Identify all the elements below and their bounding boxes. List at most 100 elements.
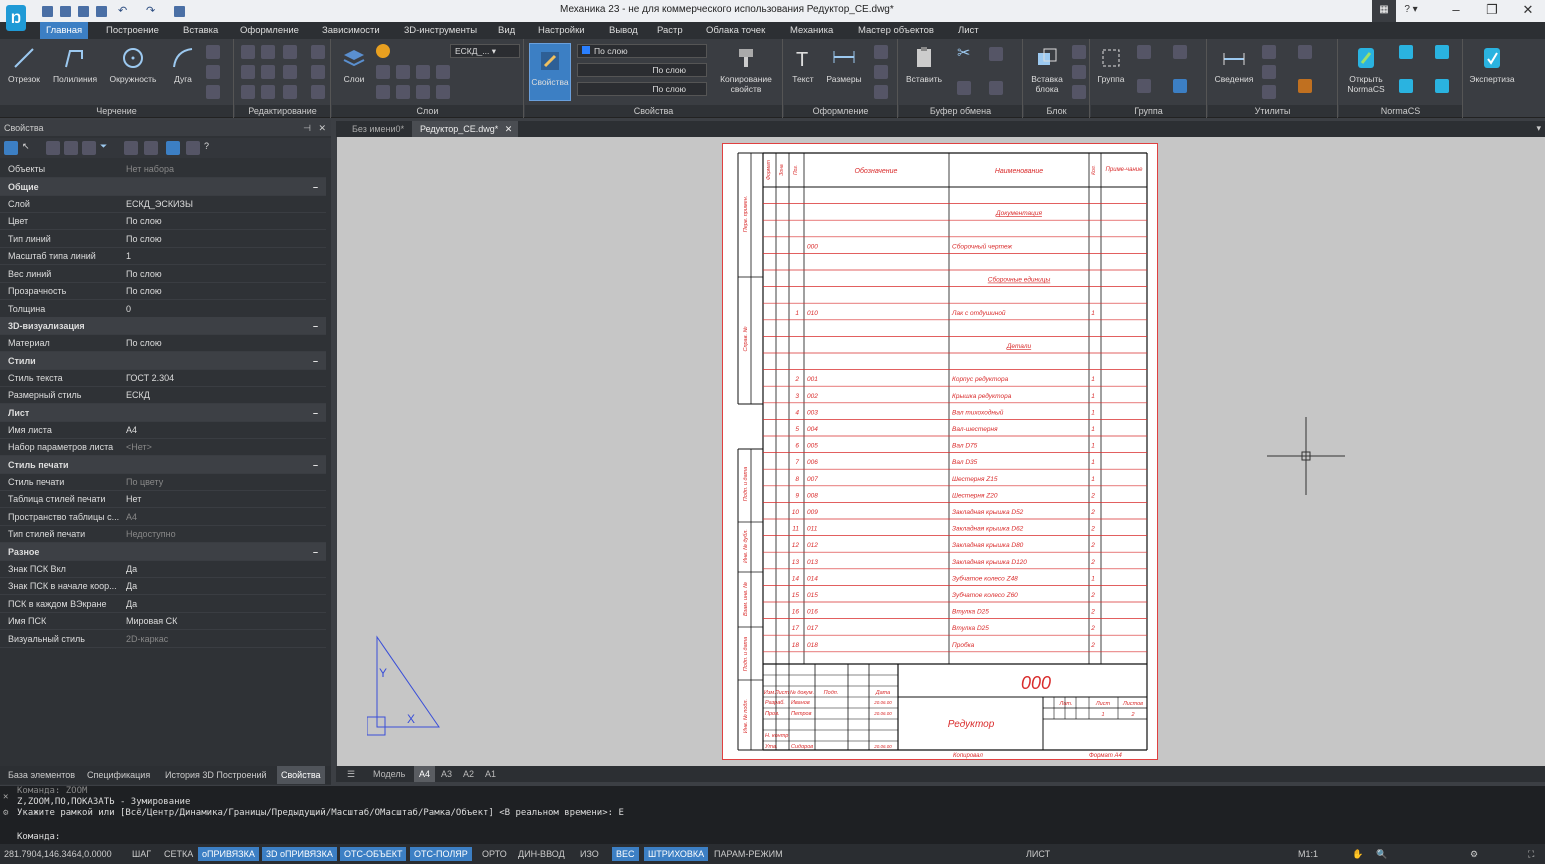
drawing-canvas[interactable]: Перв. примен. Справ. № Подп. и дата Инв. № … [337, 137, 1545, 766]
layouts-menu-icon[interactable]: ☰ [342, 766, 360, 782]
tab-output[interactable]: Вывод [603, 22, 644, 39]
tab-settings[interactable]: Настройки [532, 22, 591, 39]
properties-button[interactable]: Свойства [529, 43, 571, 101]
property-value[interactable]: По слою [126, 230, 162, 248]
workspace-icon[interactable]: ⚙ [1466, 847, 1482, 861]
normacs-doc-icon[interactable] [1435, 45, 1449, 59]
property-row[interactable]: Цвет По слою [0, 212, 326, 230]
property-row[interactable]: Размерный стиль ЕСКД [0, 386, 326, 404]
property-category[interactable]: Общие – [0, 177, 326, 196]
filter-panel-icon[interactable]: ⏷ [100, 141, 114, 155]
property-row[interactable]: Таблица стилей печати Нет [0, 490, 326, 508]
linetype-combo[interactable]: По слою [577, 63, 707, 77]
tab-3d-history[interactable]: История 3D Построений [161, 766, 271, 784]
status-toggle[interactable]: 3D оПРИВЯЗКА [262, 847, 337, 861]
property-category[interactable]: Стиль печати – [0, 455, 326, 474]
panel-help-icon[interactable]: ? [204, 141, 218, 155]
status-toggle[interactable]: ПАРАМ-РЕЖИМ [710, 847, 787, 861]
status-toggle[interactable]: ВЕС [612, 847, 639, 861]
layer-off-icon[interactable] [416, 85, 430, 99]
tab-home[interactable]: Главная [40, 22, 89, 39]
property-value[interactable]: 0 [126, 300, 131, 318]
hatch-icon[interactable] [206, 85, 220, 99]
minimize-icon[interactable]: – [1438, 0, 1474, 22]
tab-elements-base[interactable]: База элементов [4, 766, 79, 784]
command-settings-icon[interactable]: ⚙ [3, 808, 8, 818]
property-value[interactable]: Нет набора [126, 160, 174, 178]
new-file-icon[interactable] [42, 6, 53, 17]
info-button[interactable]: Сведения [1212, 45, 1256, 84]
property-value[interactable]: Да [126, 577, 137, 595]
centerline-icon[interactable] [874, 65, 888, 79]
property-value[interactable]: 1 [126, 247, 131, 265]
paste-button[interactable]: Вставить [903, 45, 945, 84]
command-close-icon[interactable]: ✕ [3, 792, 8, 802]
help-icon[interactable]: ? ▾ [1398, 0, 1424, 22]
properties-settings-icon[interactable] [186, 141, 200, 155]
property-row[interactable]: Имя ПСК Мировая СК [0, 612, 326, 630]
panel-close-icon[interactable]: ✕ [318, 120, 326, 136]
app-logo-icon[interactable]: Ŋ [6, 5, 26, 31]
filter-icon[interactable] [1262, 85, 1276, 99]
insert-block-button[interactable]: Вставка блока [1026, 45, 1068, 94]
status-toggle[interactable]: СЕТКА [160, 847, 197, 861]
erase-icon[interactable] [311, 45, 325, 59]
status-toggle[interactable]: ШАГ [128, 847, 155, 861]
fullscreen-icon[interactable]: ⛶ [1524, 847, 1538, 861]
select-all-icon[interactable] [1262, 45, 1276, 59]
normacs-link-icon[interactable] [1399, 79, 1413, 93]
layer-lock-icon[interactable] [396, 65, 410, 79]
move-icon[interactable] [241, 45, 255, 59]
normacs-check-icon[interactable] [1435, 79, 1449, 93]
zoom-icon[interactable]: 🔍 [1372, 847, 1391, 861]
collapse-icon[interactable]: – [313, 178, 318, 196]
stretch-icon[interactable] [241, 85, 255, 99]
redo-icon[interactable]: ↷ [146, 6, 157, 17]
layer-match-icon[interactable] [416, 65, 430, 79]
status-toggle[interactable]: ИЗО [576, 847, 603, 861]
quick-select-icon[interactable] [1262, 65, 1276, 79]
collapse-icon[interactable]: – [313, 317, 318, 335]
property-value[interactable]: A4 [126, 508, 137, 526]
property-category[interactable]: Стили – [0, 351, 326, 370]
doc-tab-reductor[interactable]: Редуктор_CE.dwg* ✕ [412, 121, 519, 137]
dimensions-button[interactable]: Размеры [822, 45, 866, 84]
offset-icon[interactable] [311, 85, 325, 99]
property-value[interactable]: Да [126, 560, 137, 578]
layers-button[interactable]: Слои [338, 45, 370, 84]
property-row[interactable]: Вес линий По слою [0, 265, 326, 283]
property-row[interactable]: Знак ПСК Вкл Да [0, 560, 326, 578]
normacs-search-icon[interactable] [1399, 45, 1413, 59]
property-value[interactable]: A4 [126, 421, 137, 439]
pan-icon[interactable]: ✋ [1348, 847, 1367, 861]
edit-block-icon[interactable] [1072, 65, 1086, 79]
layer-combo[interactable]: ЕСКД_... ▾ [450, 44, 520, 58]
create-block-icon[interactable] [1072, 45, 1086, 59]
property-value[interactable]: Мировая СК [126, 612, 177, 630]
circle-button[interactable]: Окружность [104, 45, 162, 84]
property-row[interactable]: ПСК в каждом ВЭкране Да [0, 595, 326, 613]
save-icon[interactable] [78, 6, 89, 17]
property-row[interactable]: Объекты Нет набора [0, 160, 326, 178]
property-row[interactable]: Знак ПСК в начале коор... Да [0, 577, 326, 595]
polyline-button[interactable]: Полилиния [48, 45, 102, 84]
tab-raster[interactable]: Растр [651, 22, 689, 39]
group-edit-icon[interactable] [1137, 79, 1151, 93]
property-value[interactable]: По слою [126, 334, 162, 352]
open-file-icon[interactable] [60, 6, 71, 17]
layer-on-icon[interactable] [436, 85, 450, 99]
layout-tab-model[interactable]: Модель [368, 766, 410, 782]
tab-insert[interactable]: Вставка [177, 22, 224, 39]
status-toggle[interactable]: оПРИВЯЗКА [198, 847, 259, 861]
utilities-more-icon[interactable] [1298, 79, 1312, 93]
space-toggle[interactable]: ЛИСТ [1022, 847, 1054, 861]
group-toggle-icon[interactable] [1173, 79, 1187, 93]
property-value[interactable]: Недоступно [126, 525, 176, 543]
group-button[interactable]: Группа [1093, 45, 1129, 84]
property-value[interactable]: <Нет> [126, 438, 152, 456]
property-row[interactable]: Набор параметров листа <Нет> [0, 438, 326, 456]
pin-icon[interactable]: ⊣ [303, 120, 311, 136]
property-value[interactable]: По цвету [126, 473, 163, 491]
property-category[interactable]: Разное – [0, 542, 326, 561]
layout-tab-a4[interactable]: A4 [414, 766, 436, 782]
